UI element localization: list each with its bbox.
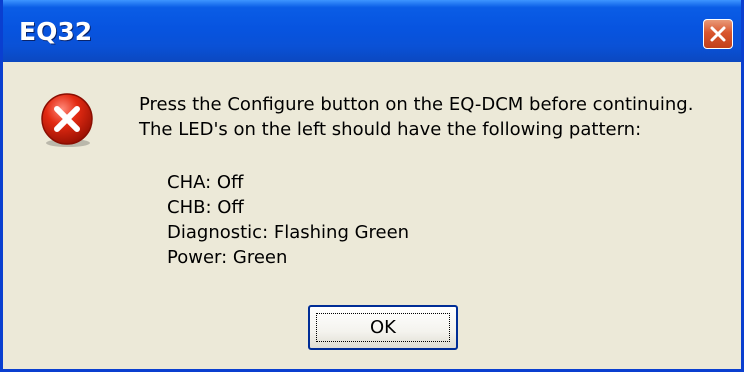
close-button[interactable]	[703, 19, 733, 49]
message-line-1: Press the Configure button on the EQ-DCM…	[139, 94, 694, 115]
led-pattern-power: Power: Green	[167, 247, 288, 268]
message-text: Press the Configure button on the EQ-DCM…	[139, 92, 693, 142]
led-pattern-diagnostic: Diagnostic: Flashing Green	[167, 222, 410, 243]
led-pattern-cha: CHA: Off	[167, 172, 244, 193]
window-title: EQ32	[19, 17, 93, 46]
ok-button-label: OK	[316, 313, 450, 342]
dialog-window: EQ32 Press the Configure button on the E…	[0, 0, 744, 372]
message-line-2: The LED's on the left should have the fo…	[139, 119, 642, 140]
led-pattern-list: CHA: Off CHB: Off Diagnostic: Flashing G…	[167, 170, 409, 270]
ok-button[interactable]: OK	[308, 305, 458, 350]
led-pattern-chb: CHB: Off	[167, 197, 244, 218]
close-icon	[710, 26, 726, 42]
error-icon	[41, 93, 93, 147]
title-bar[interactable]: EQ32	[3, 0, 741, 62]
